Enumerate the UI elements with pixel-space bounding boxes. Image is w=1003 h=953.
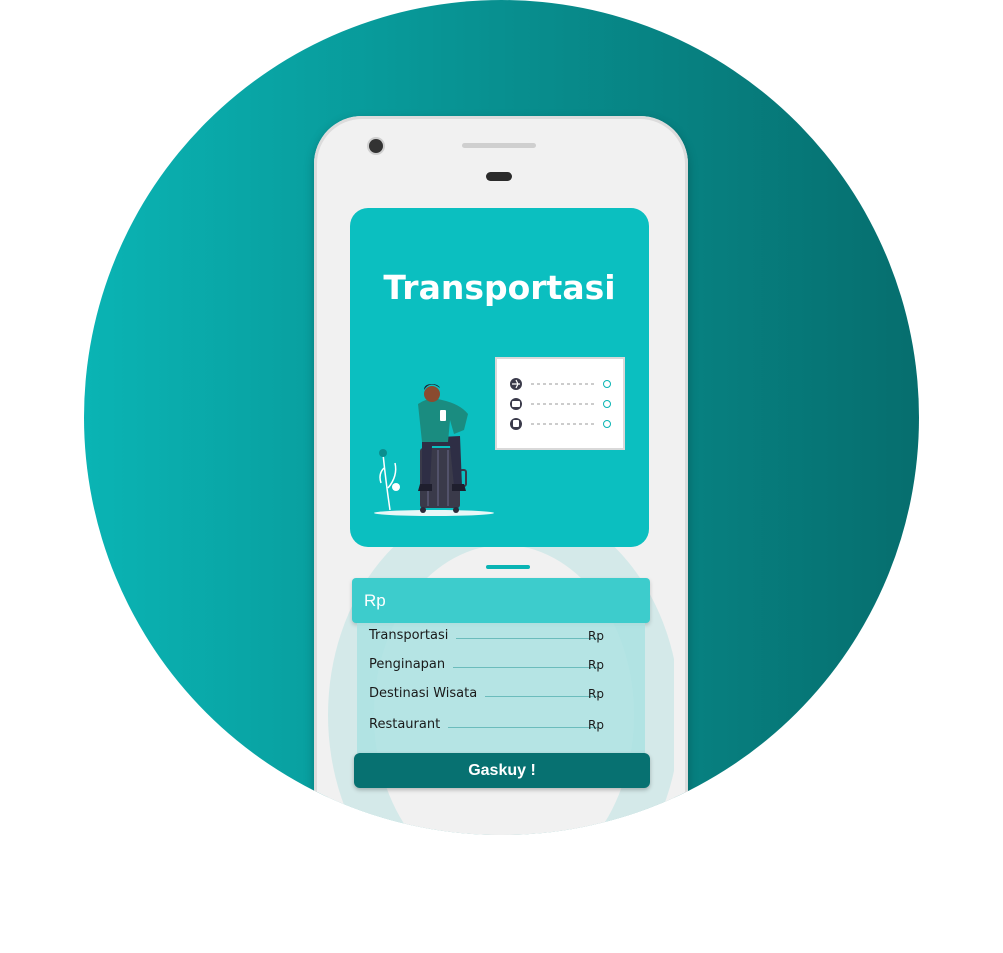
background-circle: Transportasi Rp Transportasi Rp Penginap… — [84, 0, 919, 835]
breakdown-label: Penginapan — [369, 657, 446, 672]
breakdown-label: Destinasi Wisata — [369, 686, 478, 701]
page-bottom — [0, 835, 1003, 953]
breakdown-value: Rp — [588, 658, 604, 672]
phone-frame: Transportasi Rp Transportasi Rp Penginap… — [314, 116, 688, 835]
breakdown-label: Restaurant — [369, 717, 441, 732]
bus-icon — [510, 398, 522, 410]
budget-input[interactable]: Rp — [352, 578, 650, 623]
app-screen: Transportasi Rp Transportasi Rp Penginap… — [328, 189, 674, 835]
traveler-illustration — [374, 357, 625, 516]
camera-icon — [369, 139, 383, 153]
list-item: Transportasi Rp — [369, 625, 604, 643]
speaker-grille — [462, 143, 536, 148]
breakdown-value: Rp — [588, 718, 604, 732]
budget-breakdown: Transportasi Rp Penginapan Rp Destinasi … — [357, 623, 645, 753]
plane-icon — [510, 378, 522, 390]
ground-shadow — [374, 510, 494, 516]
drawer-handle[interactable] — [486, 565, 530, 569]
list-item: Penginapan Rp — [369, 654, 604, 672]
list-item: Destinasi Wisata Rp — [369, 683, 604, 701]
hero-card: Transportasi — [350, 208, 649, 547]
sensor — [486, 172, 512, 181]
list-item: Restaurant Rp — [369, 714, 604, 732]
breakdown-value: Rp — [588, 629, 604, 643]
train-icon — [510, 418, 522, 430]
breakdown-value: Rp — [588, 687, 604, 701]
gaskuy-button[interactable]: Gaskuy ! — [354, 753, 650, 788]
breakdown-label: Transportasi — [369, 628, 449, 643]
